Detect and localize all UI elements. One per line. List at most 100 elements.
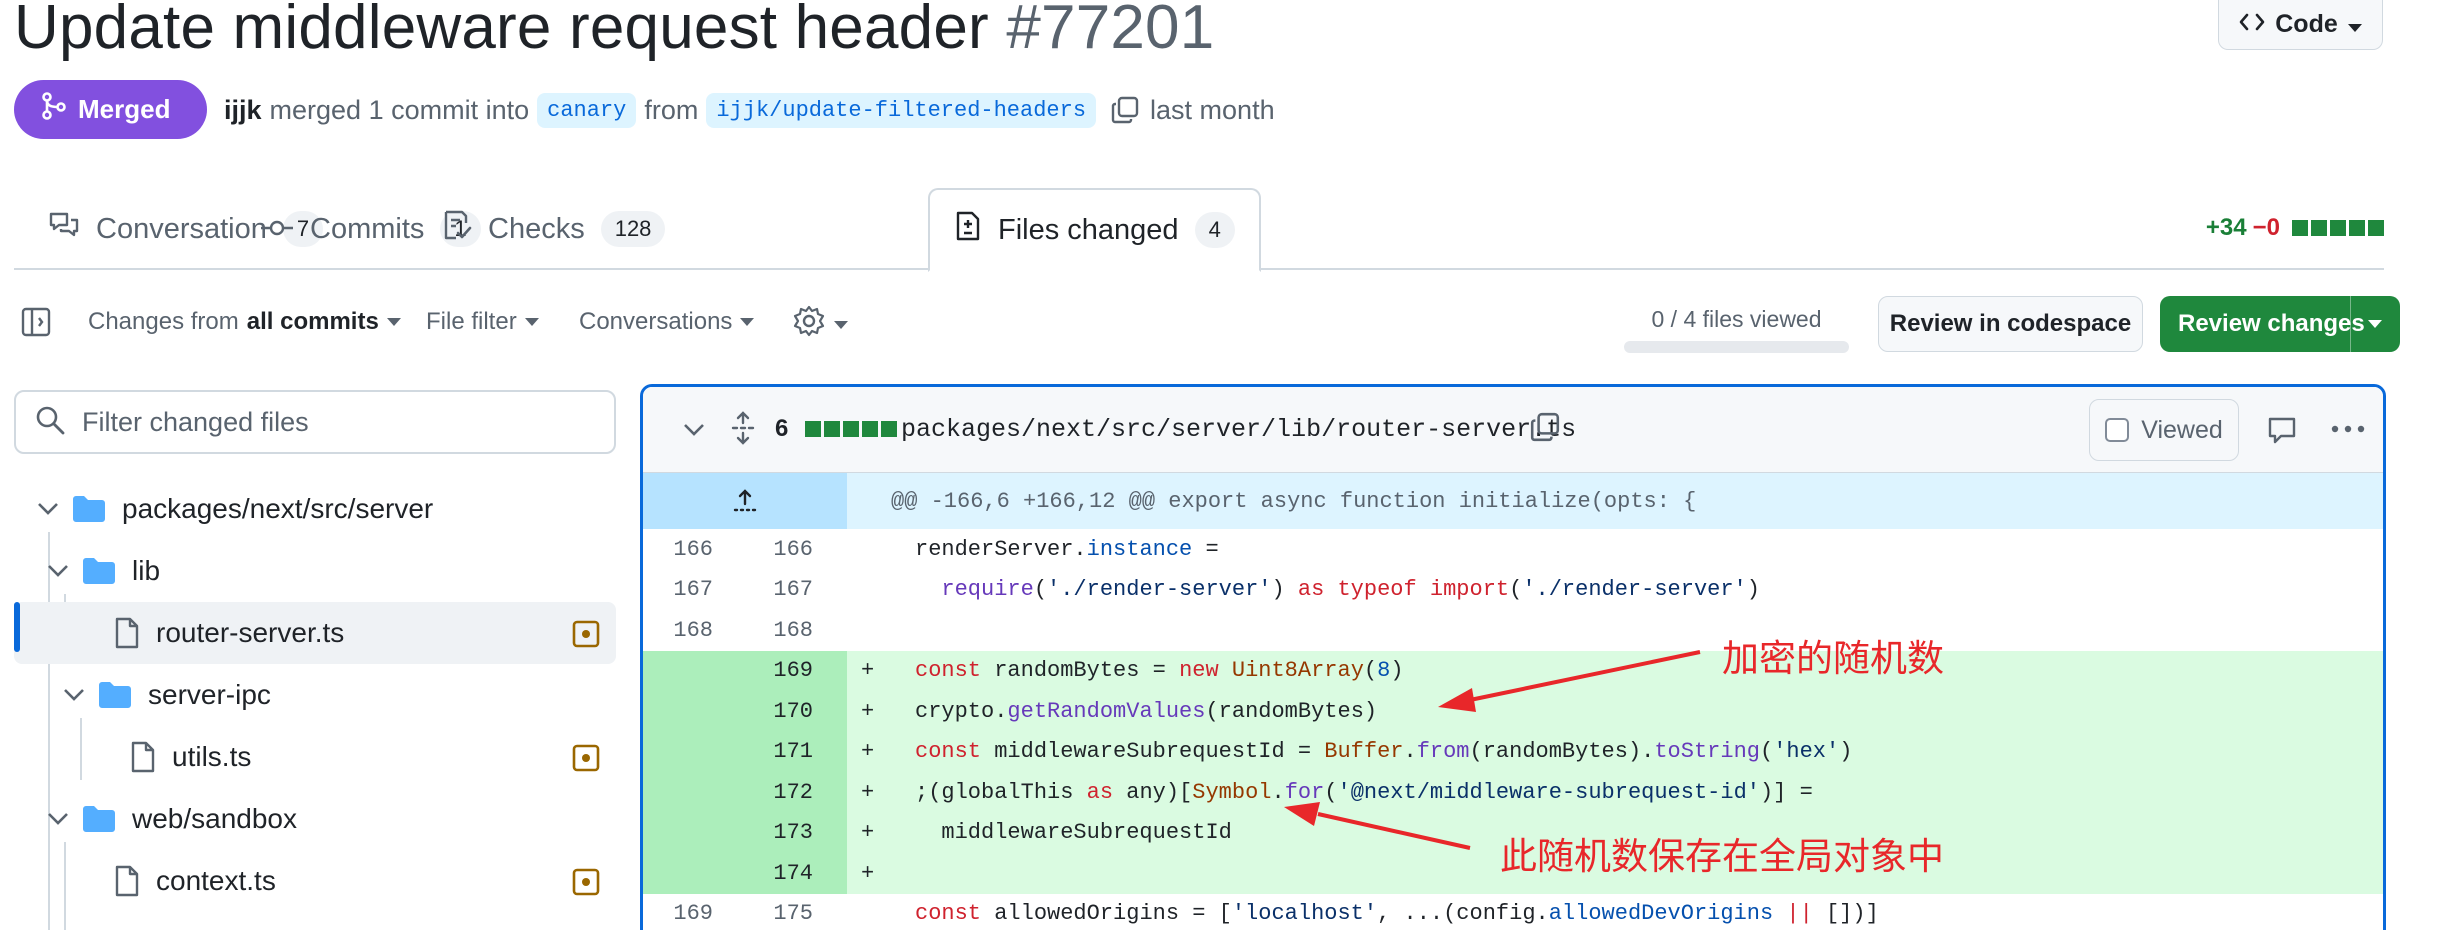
file-icon [114,865,140,897]
folder-icon [82,557,116,585]
pr-meta: ijjk merged 1 commit into canary from ij… [224,90,1275,130]
chevron-down-icon [60,688,88,702]
tree-item-label: utils.ts [172,741,252,772]
git-merge-icon [42,92,66,127]
file-modified-icon [572,868,600,903]
tab-files-changed-label: Files changed [998,213,1179,246]
from-text: from [644,94,699,125]
file-diff-header: 6 packages/next/src/server/lib/router-se… [643,387,2383,473]
tree-file-router-server[interactable]: router-server.ts [14,602,616,664]
files-viewed-bar [1624,341,1849,353]
base-branch[interactable]: canary [537,92,637,128]
file-path[interactable]: packages/next/src/server/lib/router-serv… [901,415,1576,444]
head-branch[interactable]: ijjk/update-filtered-headers [706,92,1097,128]
files-viewed-text: 0 / 4 files viewed [1651,306,1822,332]
tree-item-label: packages/next/src/server [122,493,434,524]
checklist-icon [442,209,472,249]
diff-line: 167 167 require('./render-server') as typ… [673,577,1760,603]
file-diff-icon [954,210,982,250]
tree-folder-server[interactable]: packages/next/src/server [14,478,616,540]
chevron-down-icon [2347,10,2362,39]
filter-files-input[interactable] [82,406,602,438]
pr-tabs: Conversation 7 Commits 1 Checks 128 File… [14,188,2384,272]
filter-files-field[interactable] [14,390,616,454]
merged-status-badge: Merged [14,80,207,139]
tab-checks[interactable]: Checks 128 [418,188,689,270]
code-icon [2239,10,2265,39]
code-text: const randomBytes = new Uint8Array(8) [915,658,1404,684]
tree-folder-server-ipc[interactable]: server-ipc [14,664,616,726]
tree-file-context[interactable]: context.ts [14,850,616,912]
tree-item-label: web/sandbox [132,803,298,834]
review-changes-label: Review changes [2178,310,2365,337]
diff-line-added: 169 + const randomBytes = new Uint8Array… [643,650,2383,691]
diff-settings-button[interactable] [792,304,848,345]
file-filter-label: File filter [426,308,517,335]
tab-checks-count: 128 [600,211,666,247]
annotation-random-number: 加密的随机数 [1722,637,1944,680]
diffstat-bar [2292,220,2384,236]
chevron-down-icon [524,318,539,326]
chevron-down-icon [34,502,62,516]
file-filter-dropdown[interactable]: File filter [426,308,539,336]
author-link[interactable]: ijjk [224,95,262,126]
diff-line: 166 166 renderServer.instance = [673,536,1219,562]
review-changes-button[interactable]: Review changes [2160,296,2400,352]
hunk-header: @@ -166,6 +166,12 @@ export async functi… [643,473,2383,529]
diff-line: 169 175 const allowedOrigins = ['localhos… [673,901,1879,927]
files-viewed-progress: 0 / 4 files viewed [1624,306,1849,353]
diff-line-added: 171 + const middlewareSubrequestId = Buf… [643,731,2383,772]
hunk-text: @@ -166,6 +166,12 @@ export async functi… [891,488,1697,514]
chevron-down-icon [740,318,755,326]
pr-number: #77201 [1006,0,1215,62]
file-icon [114,617,140,649]
file-tree: packages/next/src/server lib router-serv… [14,470,616,930]
diff-line-added: 170 + crypto.getRandomValues(randomBytes… [643,691,2383,732]
kebab-horizontal-icon[interactable] [2331,425,2365,433]
git-commit-icon [260,213,294,246]
code-text: const allowedOrigins = ['localhost', ...… [915,901,1879,927]
file-modified-icon [572,620,600,655]
file-icon [130,741,156,773]
tab-commits-label: Commits [310,212,425,245]
folder-icon [82,805,116,833]
folder-icon [72,495,106,523]
comment-icon[interactable] [2267,415,2297,445]
changes-from-prefix: Changes from [88,308,239,335]
code-button-label: Code [2275,10,2338,38]
search-icon [34,404,66,441]
tab-files-changed[interactable]: Files changed 4 [928,188,1261,272]
changes-from-value: all commits [246,308,379,335]
merged-time: last month [1150,94,1275,125]
tree-item-label: lib [132,555,161,586]
review-in-codespace-button[interactable]: Review in codespace [1878,296,2143,352]
gear-icon [792,304,826,345]
expand-up-icon[interactable] [643,473,847,529]
changes-count: 6 [775,415,789,442]
expand-all-icon[interactable] [729,411,757,445]
files-toolbar: Changes from all commits File filter Con… [14,296,2400,358]
copy-icon[interactable] [1110,95,1140,125]
deletions-count: −0 [2252,214,2280,241]
code-button[interactable]: Code [2218,0,2383,50]
chevron-down-icon[interactable] [2368,320,2382,328]
viewed-label: Viewed [2141,415,2223,444]
viewed-checkbox[interactable]: Viewed [2089,399,2239,461]
tree-file-utils[interactable]: utils.ts [14,726,616,788]
code-text: crypto.getRandomValues(randomBytes) [915,698,1378,724]
toggle-sidebar-button[interactable] [20,306,52,345]
file-modified-icon [572,744,600,779]
conversations-label: Conversations [579,308,733,335]
code-text: require('./render-server') as typeof imp… [941,577,1760,603]
copy-icon[interactable] [1529,411,1561,443]
chevron-down-icon [834,320,848,329]
conversations-dropdown[interactable]: Conversations [579,308,755,336]
tree-folder-web-sandbox[interactable]: web/sandbox [14,788,616,850]
code-text: const middlewareSubrequestId = Buffer.fr… [915,739,1853,765]
tree-folder-lib[interactable]: lib [14,540,616,602]
chevron-down-icon [386,318,401,326]
diffstat: +34 −0 [2206,214,2384,242]
changes-from-dropdown[interactable]: Changes from all commits [88,308,401,336]
collapse-chevron-icon[interactable] [683,423,705,437]
selected-indicator [14,602,20,652]
